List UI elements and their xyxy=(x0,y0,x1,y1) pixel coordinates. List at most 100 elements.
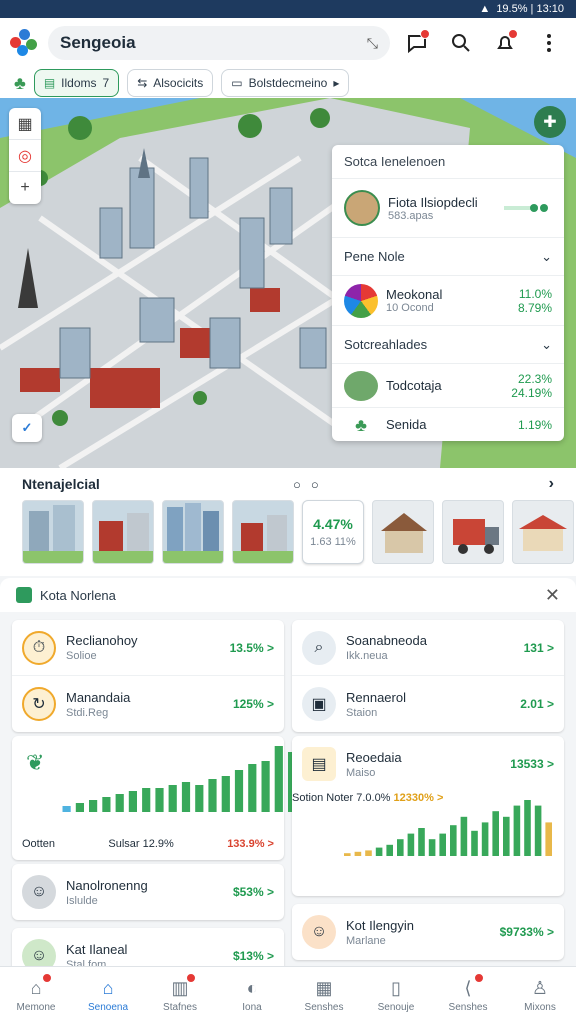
profile-row[interactable]: Fiota Ilsiopdecli 583.apas xyxy=(332,179,564,237)
bar-chart-card[interactable]: ❦ Ootten Sulsar 12.9% 133.9% > xyxy=(12,736,310,860)
badge-icon: ✓ xyxy=(21,420,33,435)
filter-chip-2[interactable]: ▭ Bolstdecmeino ▸ xyxy=(221,69,350,97)
stat-card: ☺ Nanolronenng Islulde $53% > xyxy=(12,864,284,920)
grid-icon: ▭ xyxy=(231,76,243,90)
chart-foot-value: 133.9% > xyxy=(227,838,274,850)
stat-row[interactable]: ▣ Rennaerol Staion 2.01 > xyxy=(292,676,564,732)
page-dot-icon[interactable]: ○ xyxy=(311,477,319,492)
profile-sub: 583.apas xyxy=(388,209,434,222)
chart-bar xyxy=(128,791,137,812)
section-label: Pene Nole xyxy=(344,249,405,264)
nav-item-7[interactable]: ♙ Mixons xyxy=(504,967,576,1024)
chart-bar xyxy=(261,761,270,812)
zoom-in-button[interactable]: + xyxy=(9,172,41,204)
thumbnail-item[interactable] xyxy=(92,500,154,564)
stat-row[interactable]: ☺ Kot Ilengyin Marlane $9733% > xyxy=(292,904,564,960)
thumbnail-item[interactable] xyxy=(232,500,294,564)
thumbnail-item[interactable] xyxy=(22,500,84,564)
bar-chart-card[interactable]: ▤ Reoedaia Maiso 13533 > Sotion Noter 7.0… xyxy=(292,736,564,896)
chart-bar xyxy=(208,779,217,812)
chevron-right-icon[interactable]: › xyxy=(549,475,554,493)
section-label: Sotcreahlades xyxy=(344,337,428,352)
nav-item-6[interactable]: ⟨ Senshes xyxy=(432,967,504,1024)
nav-item-1[interactable]: ⌂ Senoena xyxy=(72,967,144,1024)
location-button[interactable]: ◎ xyxy=(9,140,41,172)
nav-badge xyxy=(474,973,484,983)
stat-card: ☺ Kot Ilengyin Marlane $9733% > xyxy=(292,904,564,960)
thumbnail-item[interactable] xyxy=(512,500,574,564)
chart-bar xyxy=(397,839,404,856)
section-sotcreahlades[interactable]: Sotcreahlades ⌄ xyxy=(332,325,564,363)
filter-chip-1[interactable]: ⇆ Alsocicits xyxy=(127,69,214,97)
stat-value: $53% > xyxy=(232,885,274,899)
stat-row[interactable]: ☺ Nanolronenng Islulde $53% > xyxy=(12,864,284,920)
machine-icon: ▣ xyxy=(302,687,336,721)
stat-sub: Solioe xyxy=(66,650,97,662)
bottom-nav: ⌂ Memone ⌂ Senoena ▥ Stafnes ◐ Iona ▦ Senshes… xyxy=(0,966,576,1024)
stat-name: Kot Ilengyin xyxy=(346,917,414,933)
card-sub: 1.63 11% xyxy=(310,536,356,548)
thumbnail-item[interactable] xyxy=(162,500,224,564)
chart-bar xyxy=(439,833,446,856)
panel-row-3[interactable]: ♣ Senida 1.19% xyxy=(332,407,564,441)
alerts-button[interactable] xyxy=(488,26,522,60)
home-icon: ⌂ xyxy=(30,978,42,998)
stat-row[interactable]: ⌕ Soanabneoda Ikk.neua 131 > xyxy=(292,620,564,676)
stat-sub: Maiso xyxy=(346,766,376,779)
bottom-sheet: Kota Norlena ✕ ⏱ Reclianohoy Solioe 13.5%… xyxy=(0,578,576,984)
person-icon: ☺ xyxy=(22,875,56,909)
stat-row[interactable]: ↻ Manandaia Stdi.Reg 125% > xyxy=(12,676,284,732)
section-pene[interactable]: Pene Nole ⌄ xyxy=(332,237,564,275)
nav-label: Mixons xyxy=(524,1002,556,1013)
chart-bar xyxy=(142,788,151,812)
route-icon: ⇆ xyxy=(137,76,148,90)
chevron-down-icon: ⌄ xyxy=(541,248,552,264)
nav-item-5[interactable]: ▯ Senouje xyxy=(360,967,432,1024)
nav-item-2[interactable]: ▥ Stafnes xyxy=(144,967,216,1024)
search-button[interactable] xyxy=(444,26,478,60)
expand-icon[interactable]: ⤡ xyxy=(367,35,378,52)
chart-bar xyxy=(386,844,393,856)
map-action-button[interactable]: ✚ xyxy=(534,106,566,138)
stat-sub: Stdi.Reg xyxy=(66,706,109,719)
stat-row[interactable]: ▤ Reoedaia Maiso 13533 > xyxy=(292,736,564,792)
page-dot-icon[interactable]: ○ xyxy=(293,477,301,492)
document-icon: ▯ xyxy=(391,978,401,998)
stat-name: Manandaia xyxy=(66,689,131,705)
chart-bar xyxy=(471,830,478,856)
thumbnail-item[interactable] xyxy=(372,500,434,564)
panel-row-2[interactable]: Todcotaja 22.3% 24.19% xyxy=(332,363,564,407)
chat-button[interactable] xyxy=(400,26,434,60)
map-badge-button[interactable]: ✓ xyxy=(12,414,42,442)
stat-sub: Islulde xyxy=(66,894,98,907)
stat-row[interactable]: ⏱ Reclianohoy Solioe 13.5% > xyxy=(12,620,284,676)
filter-chip-suffix: ▸ xyxy=(333,76,340,90)
search-bar[interactable]: Sengeoia ⤡ xyxy=(48,26,390,60)
filter-chip-0[interactable]: ▤ Ildoms 7 xyxy=(33,69,120,97)
thumbnail-stat-card[interactable]: 4.47% 1.63 11% xyxy=(302,500,364,564)
bar-chart xyxy=(344,800,552,856)
panel-row-1[interactable]: Meokonal 10 Ocond 11.0% 8.79% xyxy=(332,275,564,325)
clock-icon: ⏱ xyxy=(22,630,56,665)
avatar xyxy=(344,190,380,226)
row-name: Meokonal xyxy=(386,287,443,302)
row-value: 1.19% xyxy=(517,417,552,432)
thumbnail-item[interactable] xyxy=(442,500,504,564)
close-icon[interactable]: ✕ xyxy=(545,585,560,606)
nav-item-3[interactable]: ◐ Iona xyxy=(216,967,288,1024)
layers-button[interactable]: ▦ xyxy=(9,108,41,140)
nav-item-0[interactable]: ⌂ Memone xyxy=(0,967,72,1024)
chart-bar xyxy=(428,839,436,856)
chart-bar xyxy=(115,794,124,812)
nav-item-4[interactable]: ▦ Senshes xyxy=(288,967,360,1024)
magnifier-icon: ⌕ xyxy=(302,630,336,665)
chart-bar xyxy=(481,822,489,856)
refresh-icon: ↻ xyxy=(22,687,56,721)
stat-card: ⌕ Soanabneoda Ikk.neua 131 > ▣ Rennaerol S… xyxy=(292,620,564,732)
more-menu-button[interactable] xyxy=(532,26,566,60)
progress-dots-icon xyxy=(504,204,548,212)
person-icon: ☺ xyxy=(302,915,336,949)
row-value: 22.3% xyxy=(517,371,552,386)
chevron-down-icon: ⌄ xyxy=(541,336,552,352)
stat-value: 13.5% > xyxy=(229,640,274,655)
